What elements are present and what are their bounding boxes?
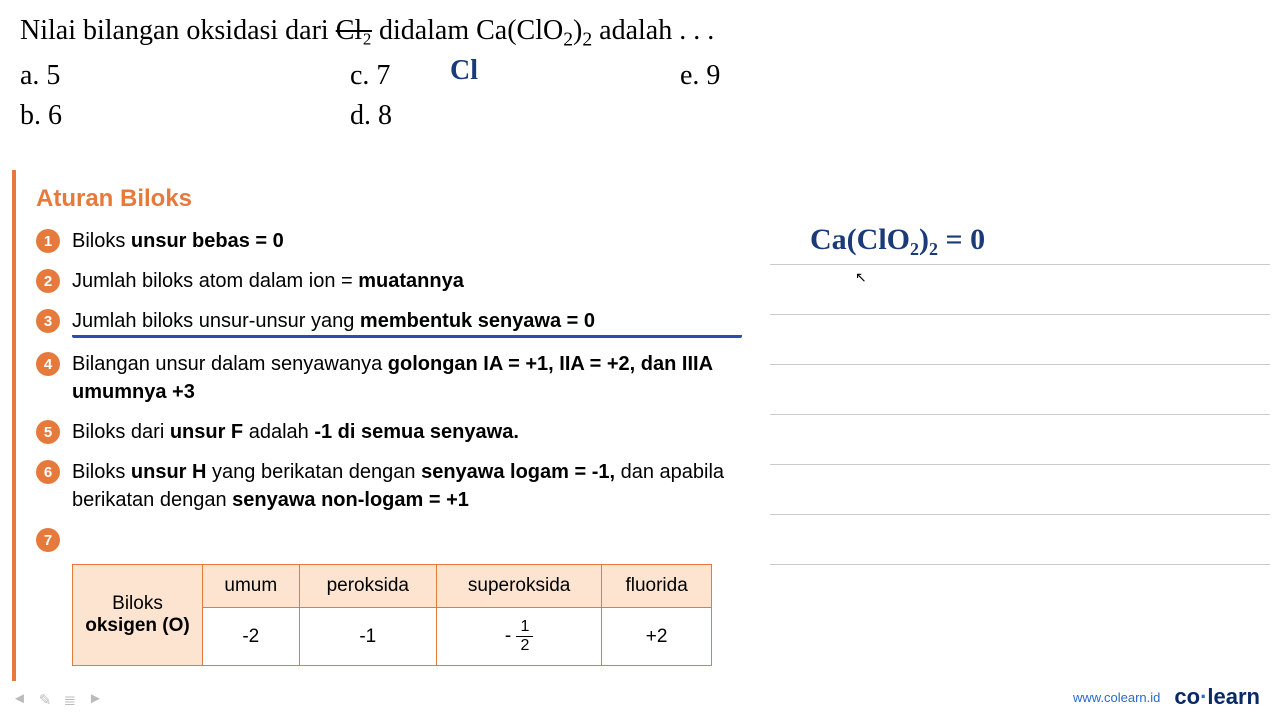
pen-icon[interactable]: ✎ (39, 691, 52, 710)
footer: www.colearn.id co·learn (1073, 684, 1260, 710)
bullet-3: 3 (36, 309, 60, 333)
rule-item: 3 Jumlah biloks unsur-unsur yang membentu… (36, 307, 742, 338)
val-peroksida: -1 (299, 608, 436, 666)
option-c: c. 7 (350, 60, 680, 92)
logo-co: co (1174, 684, 1200, 709)
val-superoksida: - 12 (437, 608, 602, 666)
val-umum: -2 (203, 608, 300, 666)
rule-item: 6 Biloks unsur H yang berikatan dengan se… (36, 458, 742, 514)
rule-7: 7 (36, 526, 742, 552)
footer-controls: ◄ ✎ ≣ ► (12, 691, 103, 710)
q-sub2: 2 (582, 30, 592, 51)
bullet-6: 6 (36, 460, 60, 484)
forward-icon[interactable]: ► (88, 691, 103, 710)
option-a: a. 5 (20, 60, 350, 92)
options-row: a. 5 b. 6 c. 7 d. 8 e. 9 (0, 55, 1280, 145)
q-sub1: 2 (563, 30, 573, 51)
rule-text-4: Bilangan unsur dalam senyawanya golongan… (72, 350, 742, 406)
option-d: d. 8 (350, 100, 680, 132)
option-b: b. 6 (20, 100, 350, 132)
bullet-1: 1 (36, 229, 60, 253)
back-icon[interactable]: ◄ (12, 691, 27, 710)
q-strike: Cl₂ (336, 15, 372, 46)
bullet-2: 2 (36, 269, 60, 293)
footer-link[interactable]: www.colearn.id (1073, 690, 1160, 705)
bullet-5: 5 (36, 420, 60, 444)
bullet-4: 4 (36, 352, 60, 376)
rule-item: 1 Biloks unsur bebas = 0 (36, 227, 742, 255)
col-fluorida: fluorida (602, 565, 712, 608)
rules-card: Aturan Biloks 1 Biloks unsur bebas = 0 2 Ju… (12, 170, 762, 681)
rule-item: 5 Biloks dari unsur F adalah -1 di semua … (36, 418, 742, 446)
val-fluorida: +2 (602, 608, 712, 666)
option-e: e. 9 (680, 60, 1010, 92)
handwritten-cl: Cl (450, 55, 478, 87)
logo-learn: learn (1207, 684, 1260, 709)
col-umum: umum (203, 565, 300, 608)
col-peroksida: peroksida (299, 565, 436, 608)
q-prefix: Nilai bilangan oksidasi dari (20, 15, 336, 46)
notes-area: Ca(ClO₂)₂ = 0 ↖ (770, 215, 1270, 595)
rules-title: Aturan Biloks (36, 185, 742, 213)
rule-item: 4 Bilangan unsur dalam senyawanya golonga… (36, 350, 742, 406)
q-mid: didalam Ca(ClO (372, 15, 563, 46)
footer-logo: co·learn (1174, 684, 1260, 710)
bullet-7: 7 (36, 528, 60, 552)
rule-text-2: Jumlah biloks atom dalam ion = muatannya (72, 267, 742, 295)
rule-text-3: Jumlah biloks unsur-unsur yang membentuk… (72, 307, 742, 338)
biloks-table: Biloks oksigen (O) umum peroksida supero… (72, 564, 712, 666)
q-suffix: adalah . . . (592, 15, 714, 46)
table-rowlabel: Biloks oksigen (O) (73, 565, 203, 666)
list-icon[interactable]: ≣ (63, 691, 76, 710)
handwritten-equation: Ca(ClO₂)₂ = 0 (810, 223, 985, 257)
rule-text-1: Biloks unsur bebas = 0 (72, 227, 742, 255)
rowlabel-l2: oksigen (O) (85, 615, 190, 636)
rule-text-6: Biloks unsur H yang berikatan dengan sen… (72, 458, 742, 514)
rowlabel-l1: Biloks (112, 593, 163, 614)
question-text: Nilai bilangan oksidasi dari Cl₂ didalam… (0, 0, 1280, 55)
col-superoksida: superoksida (437, 565, 602, 608)
rule-item: 2 Jumlah biloks atom dalam ion = muatanny… (36, 267, 742, 295)
q-after1: ) (573, 15, 582, 46)
cursor-icon: ↖ (855, 270, 867, 287)
rule-text-5: Biloks dari unsur F adalah -1 di semua s… (72, 418, 742, 446)
